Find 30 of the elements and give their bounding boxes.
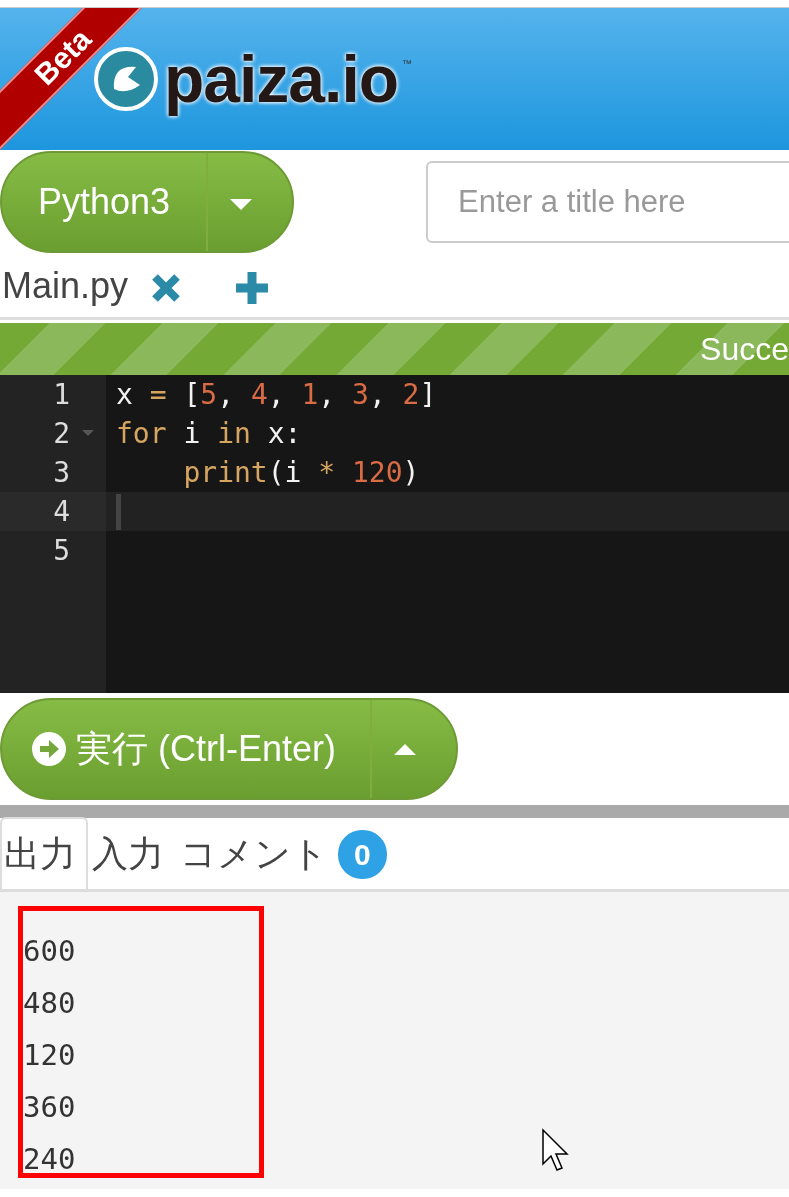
caret-up-icon — [394, 743, 416, 755]
file-tab[interactable]: Main.py — [0, 258, 129, 313]
text-cursor — [116, 493, 121, 530]
status-text: Succe — [700, 330, 789, 369]
code-line: for i in x: — [115, 416, 303, 452]
mouse-pointer-icon — [541, 1128, 569, 1172]
code-line: x = [5, 4, 1, 3, 2] — [115, 377, 438, 413]
count-badge: 0 — [338, 829, 387, 879]
title-input-field[interactable]: Enter a title here — [426, 161, 789, 243]
plus-icon — [234, 270, 271, 306]
arrow-right-circle-icon — [32, 732, 66, 766]
line-number: 1 — [53, 377, 70, 413]
line-number: 3 — [53, 455, 70, 491]
output-tab[interactable]: 出力 — [0, 817, 88, 889]
output-line: 600 — [23, 933, 77, 970]
output-tab[interactable]: 入力 — [88, 817, 176, 889]
code-line: print(i * 120) — [182, 455, 421, 491]
output-line: 480 — [23, 985, 77, 1022]
output-line: 360 — [23, 1089, 77, 1126]
trademark-sign: ™ — [402, 57, 413, 71]
run-label: 実行 (Ctrl-Enter) — [76, 727, 336, 771]
line-number: 2 — [53, 416, 70, 452]
caret-down-icon — [230, 199, 253, 210]
output-line: 120 — [23, 1037, 77, 1074]
line-number: 5 — [53, 533, 70, 569]
close-icon — [150, 272, 183, 304]
line-number: 4 — [53, 494, 70, 530]
output-line: 240 — [23, 1141, 77, 1178]
logo-mark-icon — [92, 45, 160, 113]
output-tab[interactable]: コメント 0 — [176, 817, 399, 889]
